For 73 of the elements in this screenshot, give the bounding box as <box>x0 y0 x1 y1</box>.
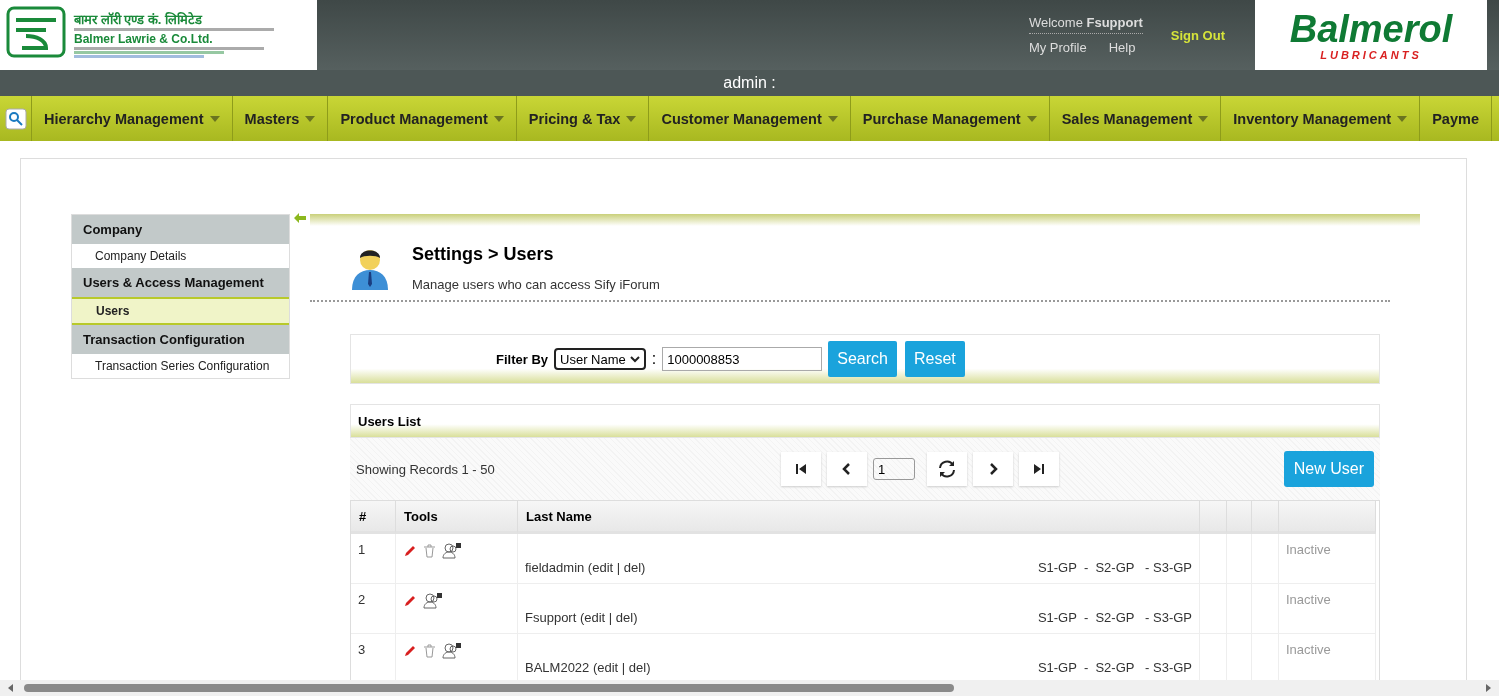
user-groups: S1-GP - S2-GP - S3-GP <box>1037 610 1192 625</box>
skip-end-icon <box>1033 463 1045 475</box>
next-page-button[interactable] <box>973 452 1013 486</box>
users-icon[interactable] <box>423 592 443 609</box>
role-label: admin : <box>723 74 776 92</box>
menu-item[interactable]: Masters <box>232 96 329 141</box>
records-count: Showing Records 1 - 50 <box>356 461 496 477</box>
caret-icon <box>1397 115 1408 122</box>
caret-icon <box>209 115 220 122</box>
user-status: Inactive <box>1286 542 1331 557</box>
refresh-icon <box>937 459 957 479</box>
pencil-icon[interactable] <box>403 643 417 658</box>
menu-item[interactable]: Payme <box>1420 96 1492 141</box>
user-status: Inactive <box>1286 592 1331 607</box>
company-name: Balmer Lawrie & Co.Ltd. <box>74 31 214 46</box>
user-name: fieldadmin (edit | del) <box>525 560 646 575</box>
skip-start-icon <box>795 463 807 475</box>
user-name: BALM2022 (edit | del) <box>525 660 651 675</box>
header-link[interactable]: My Profile <box>1028 40 1087 55</box>
first-page-button[interactable] <box>781 452 821 486</box>
caret-icon <box>827 115 838 122</box>
user-name: Fsupport (edit | del) <box>525 610 638 625</box>
row-number: 1 <box>358 542 366 557</box>
column-header: Tools <box>396 501 518 534</box>
sign-out-link[interactable]: Sign Out <box>1170 27 1225 43</box>
menu-item[interactable]: Pricing & Tax <box>516 96 650 141</box>
menu-item[interactable]: Sales Management <box>1049 96 1222 141</box>
page-input[interactable]: 1 <box>873 458 915 480</box>
last-page-button[interactable] <box>1019 452 1059 486</box>
search-icon <box>4 107 27 130</box>
caret-icon <box>1026 115 1037 122</box>
menu-item[interactable]: Customer Management <box>649 96 851 141</box>
sidebar-item[interactable]: Users <box>72 297 289 325</box>
row-number: 3 <box>358 642 366 657</box>
user-status: Inactive <box>1286 642 1331 657</box>
menu-item[interactable]: Hierarchy Management <box>32 96 233 141</box>
previous-page-button[interactable] <box>827 452 867 486</box>
sidebar-heading: Transaction Configuration <box>72 325 289 354</box>
row-number: 2 <box>358 592 366 607</box>
column-header: # <box>351 501 396 534</box>
users-icon[interactable] <box>442 542 462 559</box>
refresh-button[interactable] <box>927 452 967 486</box>
caret-icon <box>305 115 316 122</box>
separator: : <box>651 350 657 368</box>
welcome-text: Welcome Fsupport <box>1028 15 1143 34</box>
page-subtitle: Manage users who can access Sify iForum <box>412 277 660 292</box>
chevron-icon <box>629 355 640 363</box>
user-groups: S1-GP - S2-GP - S3-GP <box>1037 660 1192 675</box>
header-link[interactable]: Help <box>1108 40 1136 55</box>
list-title: Users List <box>358 413 421 429</box>
pencil-icon[interactable] <box>403 593 417 608</box>
pencil-icon[interactable] <box>403 543 417 558</box>
menu-item[interactable]: Inventory Management <box>1221 96 1421 141</box>
filter-input[interactable]: 1000008853 <box>662 347 823 371</box>
filter-dropdown[interactable]: User Name <box>554 348 646 370</box>
user-groups: S1-GP - S2-GP - S3-GP <box>1037 560 1192 575</box>
company-name-hindi: बामर लॉरी एण्ड कं. लिमिटेड <box>74 12 204 27</box>
sidebar-heading: Users & Access Management <box>72 268 289 297</box>
menu-item[interactable]: Purchase Management <box>850 96 1050 141</box>
column-header: Last Name <box>518 501 1200 534</box>
chevron-left-icon <box>842 463 852 475</box>
page-title: Settings > Users <box>412 244 555 265</box>
brand-logo: Balmerol LUBRICANTS <box>1255 0 1487 70</box>
caret-icon <box>626 115 637 122</box>
horizontal-scrollbar[interactable] <box>0 680 1499 696</box>
sidebar-heading: Company <box>72 215 289 244</box>
filter-label: Filter By <box>496 351 548 367</box>
chevron-right-icon <box>988 463 998 475</box>
caret-icon <box>493 115 504 122</box>
users-icon[interactable] <box>442 642 462 659</box>
caret-icon <box>1198 115 1209 122</box>
table-cell <box>1227 534 1252 584</box>
menu-item[interactable]: Product Management <box>328 96 517 141</box>
